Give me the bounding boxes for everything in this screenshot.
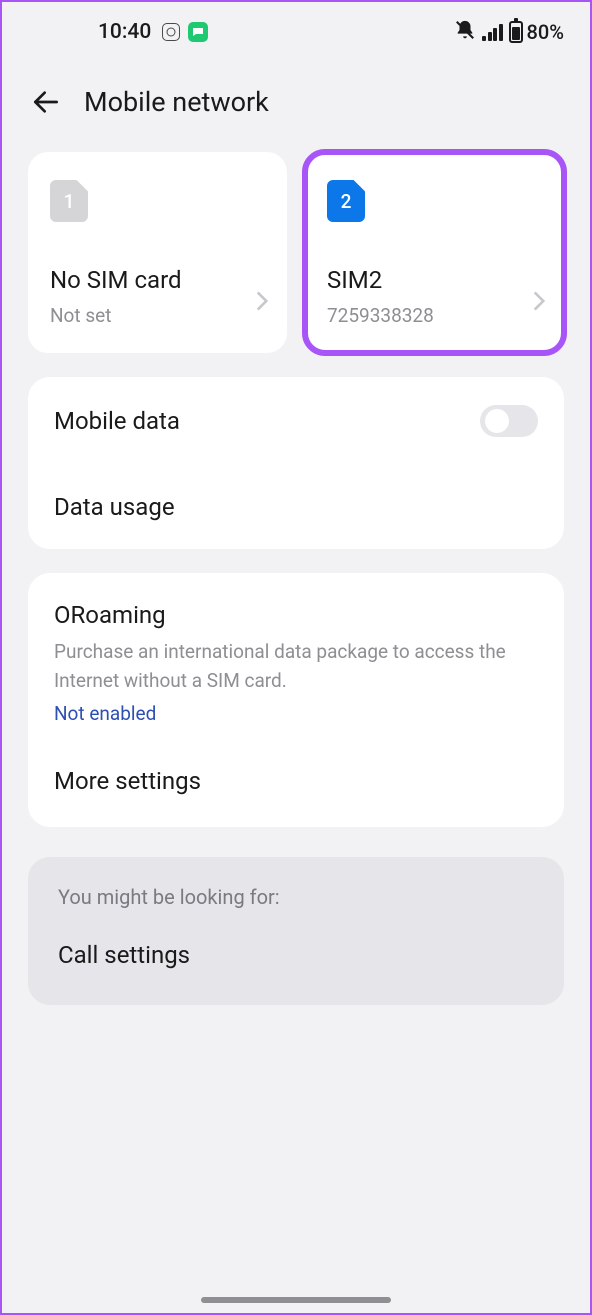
back-arrow-icon[interactable]	[30, 86, 62, 118]
signal-icon	[482, 23, 503, 41]
sim-card-2[interactable]: 2 SIM2 7259338328	[305, 152, 564, 353]
message-icon	[188, 22, 208, 42]
mobile-data-row[interactable]: Mobile data	[28, 377, 564, 465]
sim-name: SIM2	[327, 266, 542, 294]
suggestion-card: You might be looking for: Call settings	[28, 857, 564, 1005]
chevron-right-icon	[255, 291, 269, 315]
data-section: Mobile data Data usage	[28, 377, 564, 549]
suggestion-label: You might be looking for:	[58, 885, 534, 909]
status-left: 10:40	[28, 20, 208, 44]
sim-icon: 1	[50, 180, 88, 222]
roaming-section: ORoaming Purchase an international data …	[28, 573, 564, 827]
chevron-right-icon	[532, 291, 546, 315]
page-header: Mobile network	[2, 58, 590, 152]
oroaming-row[interactable]: ORoaming	[28, 573, 564, 637]
oroaming-description: Purchase an international data package t…	[28, 637, 564, 696]
row-label: More settings	[54, 767, 201, 795]
sim-name: No SIM card	[50, 266, 265, 294]
sim-icon: 2	[327, 180, 365, 222]
instagram-icon	[162, 23, 180, 41]
mobile-data-toggle[interactable]	[480, 405, 538, 437]
row-label: Data usage	[54, 493, 175, 521]
row-label: ORoaming	[54, 601, 166, 629]
more-settings-row[interactable]: More settings	[28, 739, 564, 827]
status-time: 10:40	[98, 20, 151, 44]
row-label: Mobile data	[54, 407, 180, 435]
page-title: Mobile network	[84, 86, 269, 118]
status-right: 80%	[454, 19, 564, 45]
home-indicator[interactable]	[201, 1297, 391, 1303]
battery-icon	[509, 21, 523, 43]
call-settings-link[interactable]: Call settings	[58, 941, 534, 969]
sim-sub: Not set	[50, 304, 265, 327]
oroaming-status: Not enabled	[28, 696, 564, 739]
status-bar: 10:40 80%	[2, 2, 590, 58]
sim-card-1[interactable]: 1 No SIM card Not set	[28, 152, 287, 353]
data-usage-row[interactable]: Data usage	[28, 465, 564, 549]
sim-cards-row: 1 No SIM card Not set 2 SIM2 7259338328	[2, 152, 590, 353]
notifications-off-icon	[454, 19, 476, 45]
sim-sub: 7259338328	[327, 304, 542, 327]
battery-percentage: 80%	[527, 20, 564, 44]
